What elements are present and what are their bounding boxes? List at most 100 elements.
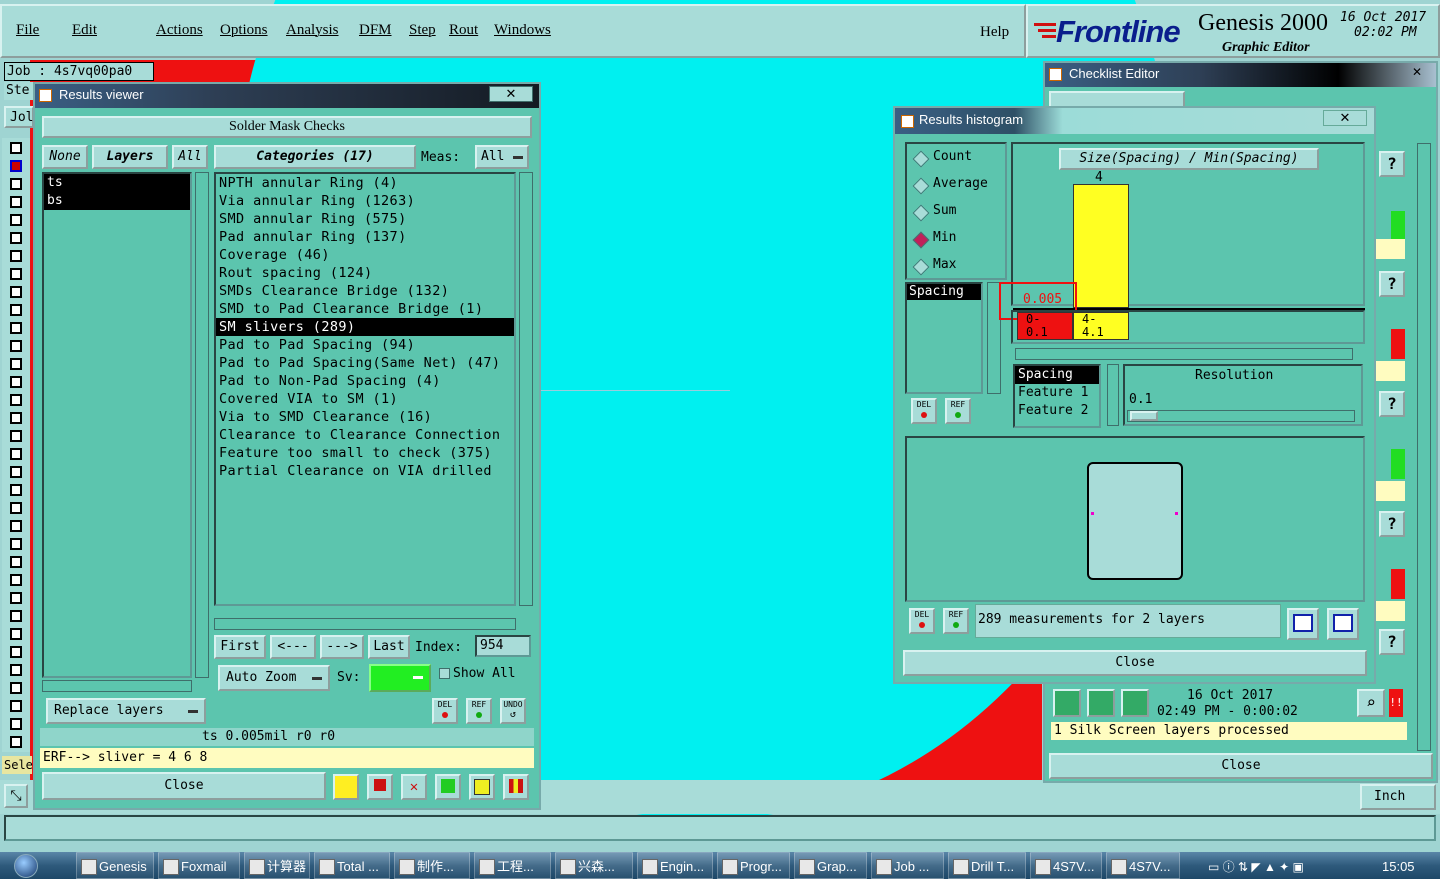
tool-square-icon[interactable] (10, 394, 22, 406)
tool-square-icon[interactable] (10, 232, 22, 244)
category-item[interactable]: Feature too small to check (375) (216, 444, 514, 462)
tool-square-icon[interactable] (10, 340, 22, 352)
histogram-titlebar[interactable]: Results histogram (895, 108, 1374, 134)
feature-list[interactable]: Spacing Feature 1 Feature 2 (1013, 364, 1101, 428)
feature-vscroll[interactable] (1107, 364, 1119, 426)
mode-max-radio[interactable] (912, 258, 930, 276)
job-stub[interactable]: Jol (4, 106, 34, 128)
category-item[interactable]: Pad annular Ring (137) (216, 228, 514, 246)
del-icon[interactable]: DEL (432, 698, 458, 724)
feature-item[interactable]: Feature 1 (1015, 384, 1099, 402)
sv-color-select[interactable] (369, 664, 431, 692)
taskbar-item[interactable]: Engin... (637, 852, 713, 879)
tool-square-icon[interactable] (10, 664, 22, 676)
tool-square-icon[interactable] (10, 142, 22, 154)
undo-icon[interactable]: UNDO ↺ (500, 698, 526, 724)
histogram-bin[interactable]: 0- 0.1 (1017, 312, 1073, 340)
tool-square-icon[interactable] (10, 448, 22, 460)
category-item[interactable]: Pad to Pad Spacing (94) (216, 336, 514, 354)
command-line[interactable] (4, 815, 1436, 841)
tool-square-icon[interactable] (10, 214, 22, 226)
help-icon[interactable]: ? (1379, 271, 1405, 297)
taskbar-item[interactable]: Total ... (314, 852, 390, 879)
category-item[interactable]: SMD to Pad Clearance Bridge (1) (216, 300, 514, 318)
mode-count-radio[interactable] (912, 150, 930, 168)
tool-square-icon[interactable] (10, 250, 22, 262)
layer-item[interactable]: ts (44, 174, 190, 192)
taskbar-item[interactable]: 工程... (474, 852, 551, 879)
tool-square-icon[interactable] (10, 160, 22, 172)
resolution-slider-thumb[interactable] (1130, 411, 1158, 421)
measure-list[interactable]: Spacing (905, 282, 983, 394)
menu-item-step[interactable]: Step (409, 22, 436, 39)
tool-square-icon[interactable] (10, 574, 22, 586)
tool-square-icon[interactable] (10, 610, 22, 622)
index-input[interactable]: 954 (475, 635, 531, 657)
histogram-bin[interactable]: 4- 4.1 (1073, 312, 1129, 340)
del-icon[interactable]: DEL (909, 608, 935, 634)
feature-item[interactable]: Feature 2 (1015, 402, 1099, 420)
zoom-icon[interactable]: ⌕ (1357, 689, 1385, 717)
resolution-slider[interactable] (1127, 410, 1355, 422)
meas-select[interactable]: All (475, 145, 529, 169)
tool-square-icon[interactable] (10, 430, 22, 442)
help-icon[interactable]: ? (1379, 391, 1405, 417)
run-all-icon[interactable] (1087, 689, 1115, 717)
tool-square-icon[interactable] (10, 700, 22, 712)
menu-item-actions[interactable]: Actions (156, 22, 203, 39)
tool-square-icon[interactable] (10, 628, 22, 640)
delete-results-icon[interactable]: ✕ (401, 774, 427, 800)
tool-square-icon[interactable] (10, 466, 22, 478)
help-icon[interactable]: ? (1379, 151, 1405, 177)
notes-icon[interactable] (469, 774, 495, 800)
report-icon[interactable] (367, 774, 393, 800)
start-button[interactable] (8, 852, 44, 879)
layers-list[interactable]: ts bs (42, 172, 192, 678)
tool-square-icon[interactable] (10, 322, 22, 334)
mode-sum-radio[interactable] (912, 204, 930, 222)
checklist-close-button[interactable]: Close (1049, 753, 1433, 779)
category-item[interactable]: Via to SMD Clearance (16) (216, 408, 514, 426)
auto-zoom-select[interactable]: Auto Zoom (218, 665, 330, 691)
tool-square-icon[interactable] (10, 304, 22, 316)
layers-none-button[interactable]: None (42, 145, 88, 169)
chart-icon[interactable] (333, 774, 359, 800)
category-item[interactable]: Coverage (46) (216, 246, 514, 264)
menu-item-file[interactable]: File (16, 22, 39, 39)
category-item[interactable]: Covered VIA to SM (1) (216, 390, 514, 408)
category-item[interactable]: Via annular Ring (1263) (216, 192, 514, 210)
taskbar-item[interactable]: 制作... (394, 852, 470, 879)
layers-hscroll[interactable] (42, 680, 192, 692)
menu-item-windows[interactable]: Windows (494, 22, 551, 39)
tool-square-icon[interactable] (10, 178, 22, 190)
histogram-bar[interactable] (1073, 184, 1129, 308)
histogram-close-button[interactable]: Close (903, 650, 1367, 676)
histogram-icon[interactable] (503, 774, 529, 800)
tool-square-icon[interactable] (10, 376, 22, 388)
step-stub[interactable]: Ste (4, 82, 34, 100)
tool-square-icon[interactable] (10, 502, 22, 514)
taskbar-item[interactable]: Genesis (76, 852, 154, 879)
tool-square-icon[interactable] (10, 268, 22, 280)
taskbar-item[interactable]: 兴森... (555, 852, 633, 879)
taskbar-item[interactable]: Drill T... (948, 852, 1026, 879)
del-icon[interactable]: DEL (911, 398, 937, 424)
tool-square-icon[interactable] (10, 592, 22, 604)
layer-item[interactable]: bs (44, 192, 190, 210)
help-icon[interactable]: ? (1379, 511, 1405, 537)
category-item[interactable]: SM slivers (289) (216, 318, 514, 336)
histogram-close-icon[interactable]: ✕ (1323, 110, 1367, 126)
taskbar-item[interactable]: Job ... (871, 852, 944, 879)
tool-square-icon[interactable] (10, 556, 22, 568)
replace-layers-select[interactable]: Replace layers (46, 698, 206, 724)
layers-vscroll[interactable] (195, 172, 209, 678)
counter-icon[interactable] (435, 774, 461, 800)
tool-square-icon[interactable] (10, 484, 22, 496)
category-item[interactable]: SMDs Clearance Bridge (132) (216, 282, 514, 300)
category-item[interactable]: Rout spacing (124) (216, 264, 514, 282)
taskbar-item[interactable]: 4S7V... (1030, 852, 1102, 879)
ref-icon[interactable]: REF (945, 398, 971, 424)
measure-item[interactable]: Spacing (907, 284, 981, 300)
menu-help[interactable]: Help (980, 24, 1009, 41)
zoom-corner-icon[interactable]: ⤡ (4, 784, 28, 808)
